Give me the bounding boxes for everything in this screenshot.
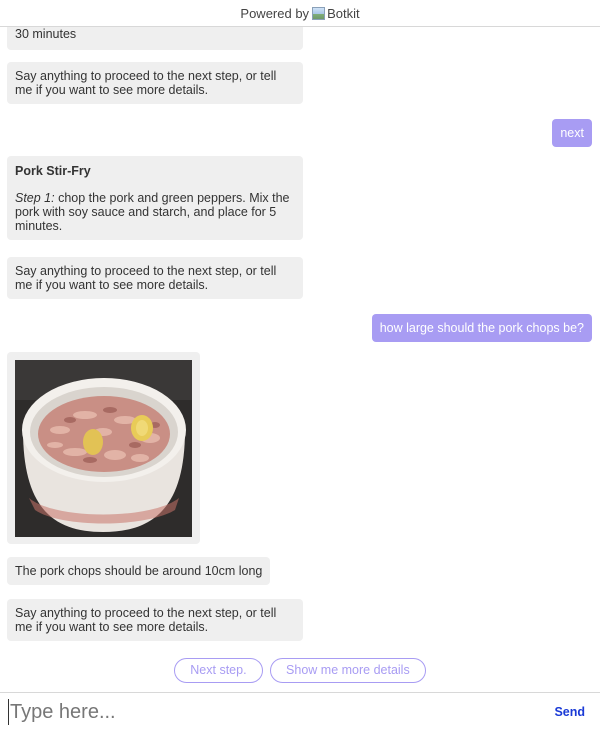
message-input[interactable] [8, 699, 528, 725]
step-body: chop the pork and green peppers. Mix the… [15, 191, 290, 233]
botkit-logo-icon [312, 7, 326, 20]
show-details-button[interactable]: Show me more details [270, 658, 426, 683]
powered-by-header: Powered by Botkit [0, 0, 600, 27]
send-button[interactable]: Send [554, 705, 585, 719]
user-message: next [552, 119, 592, 147]
powered-by-label: Powered by [240, 6, 310, 21]
recipe-title: Pork Stir-Fry [15, 164, 91, 178]
bot-message: The pork chops should be around 10cm lon… [7, 557, 271, 585]
message-text: Say anything to proceed to the next step… [15, 69, 277, 97]
next-step-button[interactable]: Next step. [174, 658, 263, 683]
bot-message: Say anything to proceed to the next step… [7, 257, 303, 299]
pork-chops-photo [15, 360, 192, 537]
brand-name: Botkit [327, 6, 360, 21]
bot-message: Say anything to proceed to the next step… [7, 62, 303, 104]
message-text: The pork chops should be around 10cm lon… [15, 564, 263, 578]
user-message: how large should the pork chops be? [371, 314, 592, 342]
message-text: Say anything to proceed to the next step… [15, 606, 277, 634]
chat-area[interactable]: 30 minutes Say anything to proceed to th… [0, 0, 600, 692]
message-composer: Send [0, 692, 600, 730]
quick-replies: Next step. Show me more details [0, 658, 600, 683]
message-text: 30 minutes [15, 27, 77, 41]
message-text: how large should the pork chops be? [379, 321, 584, 335]
bot-image-message [7, 352, 200, 544]
step-label: Step 1: [15, 191, 55, 205]
bot-message: Pork Stir-Fry Step 1: chop the pork and … [7, 156, 303, 240]
message-text: Say anything to proceed to the next step… [15, 264, 277, 292]
message-text: next [560, 126, 584, 140]
step-text: Step 1: chop the pork and green peppers.… [15, 191, 295, 233]
photo-illustration [15, 360, 192, 537]
bot-message: Say anything to proceed to the next step… [7, 599, 303, 641]
